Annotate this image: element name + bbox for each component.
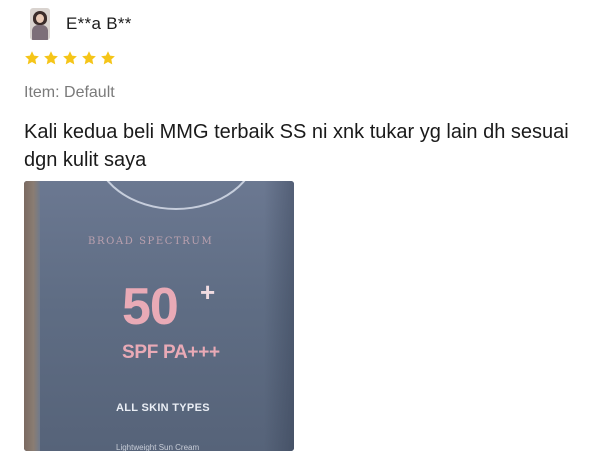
star-rating <box>24 50 116 66</box>
package-spf-number: 50 <box>122 278 179 336</box>
review-text: Kali kedua beli MMG terbaik SS ni xnk tu… <box>24 121 569 171</box>
package-broad-spectrum: BROAD SPECTRUM <box>88 236 214 247</box>
avatar-body <box>32 25 48 40</box>
avatar-face <box>36 14 44 23</box>
star-icon <box>63 51 77 65</box>
package-skin-types: ALL SKIN TYPES <box>116 402 210 414</box>
avatar[interactable] <box>30 8 50 40</box>
package-spf-pa: SPF PA+++ <box>122 342 220 363</box>
package-spf-plus: + <box>200 277 216 307</box>
star-icon <box>25 51 39 65</box>
star-icon <box>82 51 96 65</box>
review-card: E**a B** Item: Default Kali kedua beli M… <box>0 0 600 460</box>
package-footer: Lightweight Sun Cream <box>116 443 200 451</box>
review-photo[interactable]: BROAD SPECTRUM 50 + SPF PA+++ ALL SKIN T… <box>24 181 294 451</box>
star-icon <box>44 51 58 65</box>
star-icon <box>101 51 115 65</box>
item-variant: Item: Default <box>24 84 115 101</box>
photo-edge <box>24 181 40 451</box>
photo-shade <box>264 181 294 451</box>
review-header: E**a B** <box>30 8 132 40</box>
reviewer-name: E**a B** <box>66 14 132 33</box>
